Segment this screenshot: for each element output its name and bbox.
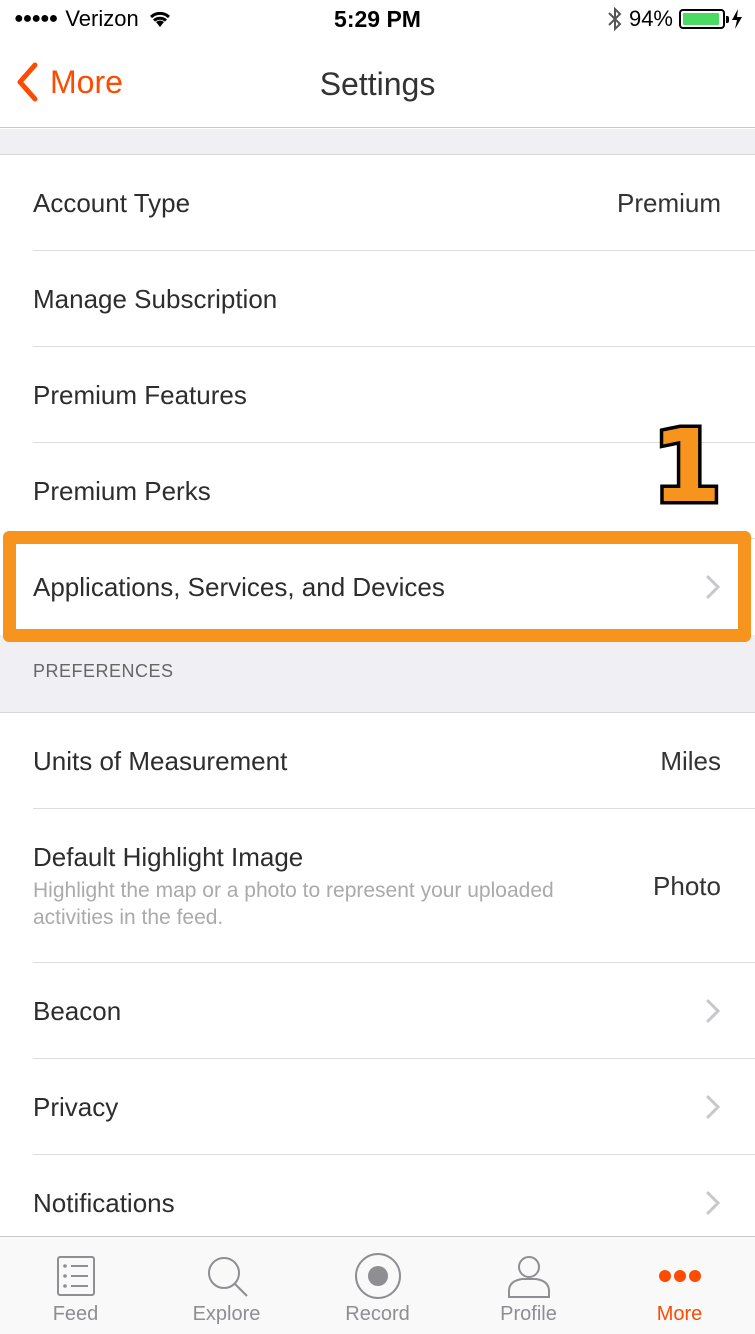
row-notifications[interactable]: Notifications bbox=[0, 1155, 755, 1236]
row-label: Units of Measurement bbox=[33, 745, 288, 776]
tab-label: Record bbox=[345, 1303, 410, 1325]
tab-explore[interactable]: Explore bbox=[151, 1237, 302, 1334]
charging-bolt-icon bbox=[732, 9, 742, 29]
row-default-highlight-image[interactable]: Default Highlight Image Highlight the ma… bbox=[0, 809, 755, 963]
tab-label: Profile bbox=[500, 1303, 557, 1325]
status-bar: ●●●●● Verizon 5:29 PM 94% bbox=[0, 0, 755, 40]
tab-bar: Feed Explore Record Profile More bbox=[0, 1236, 755, 1334]
row-label: Applications, Services, and Devices bbox=[33, 571, 445, 602]
status-right: 94% bbox=[607, 6, 743, 32]
settings-list[interactable]: Account Type Premium Manage Subscription… bbox=[0, 129, 755, 1236]
row-privacy[interactable]: Privacy bbox=[0, 1059, 755, 1155]
row-label: Manage Subscription bbox=[33, 283, 278, 314]
row-premium-perks[interactable]: Premium Perks bbox=[0, 443, 755, 539]
tab-label: Feed bbox=[52, 1303, 99, 1325]
row-beacon[interactable]: Beacon bbox=[0, 963, 755, 1059]
chevron-right-icon bbox=[706, 1095, 721, 1119]
row-premium-features[interactable]: Premium Features bbox=[0, 347, 755, 443]
section-separator bbox=[0, 129, 755, 155]
record-icon bbox=[354, 1253, 401, 1299]
feed-icon bbox=[56, 1256, 95, 1296]
row-label: Beacon bbox=[33, 995, 122, 1026]
chevron-right-icon bbox=[706, 575, 721, 599]
profile-icon bbox=[507, 1256, 550, 1298]
more-dots-icon bbox=[658, 1270, 701, 1282]
annotation-step-number: 1 bbox=[649, 408, 726, 525]
chevron-right-icon bbox=[706, 1191, 721, 1215]
battery-percent: 94% bbox=[628, 6, 673, 31]
row-manage-subscription[interactable]: Manage Subscription bbox=[0, 251, 755, 347]
chevron-right-icon bbox=[706, 999, 721, 1023]
row-label: Premium Perks bbox=[33, 475, 211, 506]
tab-record[interactable]: Record bbox=[302, 1237, 453, 1334]
tab-label: More bbox=[656, 1303, 703, 1325]
battery-icon bbox=[679, 9, 729, 29]
search-icon bbox=[207, 1257, 248, 1297]
tab-profile[interactable]: Profile bbox=[453, 1237, 604, 1334]
row-label: Notifications bbox=[33, 1187, 175, 1218]
row-label: Premium Features bbox=[33, 379, 247, 410]
tab-label: Explore bbox=[192, 1303, 261, 1325]
row-label: Account Type bbox=[33, 187, 191, 218]
row-applications-services-devices[interactable]: Applications, Services, and Devices bbox=[0, 539, 755, 635]
tab-feed[interactable]: Feed bbox=[0, 1237, 151, 1334]
row-subtitle: Highlight the map or a photo to represen… bbox=[33, 878, 554, 929]
row-label: Default Highlight Image bbox=[33, 841, 304, 872]
tab-more[interactable]: More bbox=[604, 1237, 755, 1334]
row-value: Photo bbox=[653, 870, 721, 901]
row-label: Privacy bbox=[33, 1091, 119, 1122]
row-units-of-measurement[interactable]: Units of Measurement Miles bbox=[0, 713, 755, 809]
page-title: Settings bbox=[319, 66, 436, 102]
row-account-type[interactable]: Account Type Premium bbox=[0, 155, 755, 251]
row-value: Premium bbox=[616, 187, 721, 218]
row-value: Miles bbox=[660, 745, 721, 776]
section-header-preferences: PREFERENCES bbox=[0, 635, 755, 713]
navigation-bar: More Settings bbox=[0, 40, 755, 128]
bluetooth-icon bbox=[608, 6, 622, 32]
row-text: Default Highlight Image Highlight the ma… bbox=[33, 842, 573, 931]
